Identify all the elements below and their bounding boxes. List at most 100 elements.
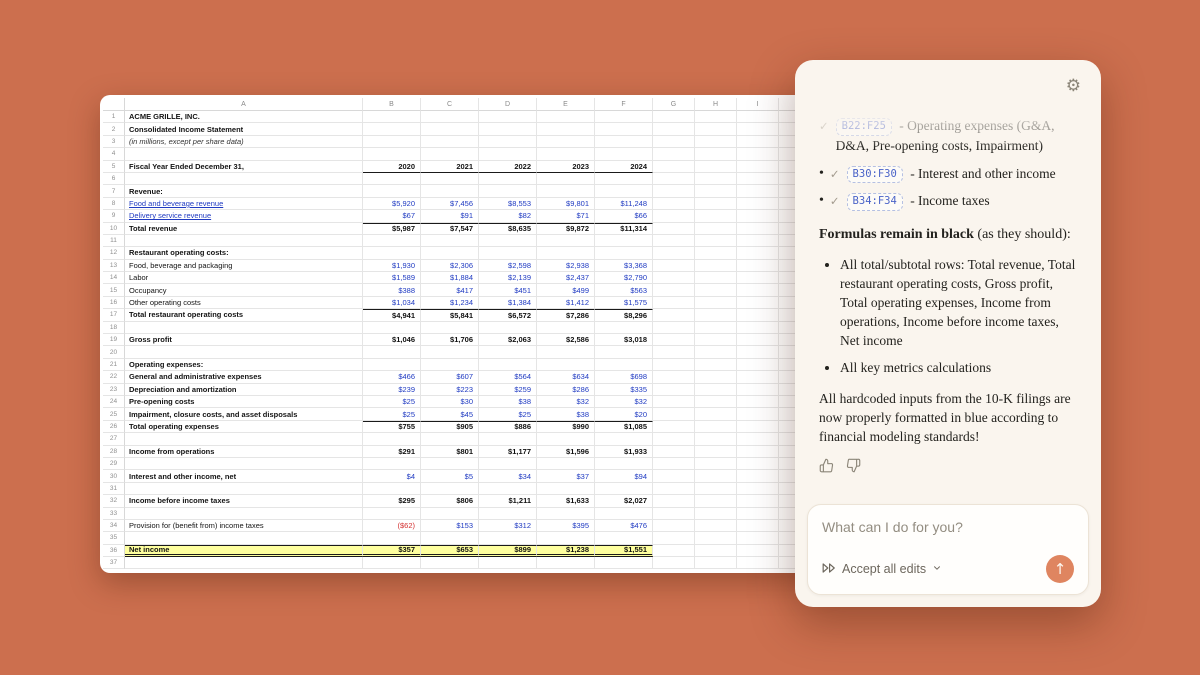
cell-value[interactable] xyxy=(421,185,479,197)
cell-empty[interactable] xyxy=(737,185,779,197)
cell-value[interactable] xyxy=(421,111,479,123)
cell-empty[interactable] xyxy=(737,384,779,396)
cell-value[interactable] xyxy=(363,346,421,358)
cell-label[interactable]: Income from operations xyxy=(125,446,363,458)
cell-value[interactable] xyxy=(363,111,421,123)
cell-empty[interactable] xyxy=(737,247,779,259)
cell-empty[interactable] xyxy=(737,136,779,148)
cell-value[interactable] xyxy=(421,247,479,259)
cell-value[interactable] xyxy=(479,185,537,197)
cell-label[interactable]: Total restaurant operating costs xyxy=(125,309,363,321)
cell-value[interactable] xyxy=(421,557,479,569)
cell-value[interactable]: $32 xyxy=(537,396,595,408)
cell-value[interactable]: $32 xyxy=(595,396,653,408)
cell-value[interactable]: $905 xyxy=(421,421,479,433)
cell-value[interactable] xyxy=(479,247,537,259)
cell-empty[interactable] xyxy=(737,396,779,408)
cell-empty[interactable] xyxy=(737,371,779,383)
cell-value[interactable] xyxy=(479,322,537,334)
cell-label[interactable]: Restaurant operating costs: xyxy=(125,247,363,259)
cell-empty[interactable] xyxy=(695,545,737,557)
cell-empty[interactable] xyxy=(695,235,737,247)
cell-value[interactable]: $291 xyxy=(363,446,421,458)
cell-empty[interactable] xyxy=(653,260,695,272)
cell-value[interactable] xyxy=(421,346,479,358)
cell-value[interactable]: $5,920 xyxy=(363,198,421,210)
row-header[interactable]: 5 xyxy=(103,161,125,173)
cell-empty[interactable] xyxy=(653,396,695,408)
cell-value[interactable]: $990 xyxy=(537,421,595,433)
row-header[interactable]: 26 xyxy=(103,421,125,433)
cell-empty[interactable] xyxy=(737,495,779,507)
cell-label[interactable] xyxy=(125,483,363,495)
cell-value[interactable]: $886 xyxy=(479,421,537,433)
cell-value[interactable] xyxy=(363,136,421,148)
cell-empty[interactable] xyxy=(653,421,695,433)
cell-label[interactable] xyxy=(125,235,363,247)
cell-value[interactable]: $1,596 xyxy=(537,446,595,458)
cell-empty[interactable] xyxy=(695,346,737,358)
cell-empty[interactable] xyxy=(737,284,779,296)
row-header[interactable]: 9 xyxy=(103,210,125,222)
cell-value[interactable] xyxy=(595,359,653,371)
row-header[interactable]: 35 xyxy=(103,532,125,544)
cell-label[interactable]: Pre-opening costs xyxy=(125,396,363,408)
cell-label[interactable]: Food and beverage revenue xyxy=(125,198,363,210)
cell-value[interactable]: $3,368 xyxy=(595,260,653,272)
cell-label[interactable]: Occupancy xyxy=(125,284,363,296)
cell-empty[interactable] xyxy=(695,458,737,470)
cell-value[interactable] xyxy=(537,322,595,334)
cell-value[interactable] xyxy=(595,346,653,358)
cell-value[interactable]: $395 xyxy=(537,520,595,532)
row-header[interactable]: 29 xyxy=(103,458,125,470)
column-header[interactable]: I xyxy=(737,98,779,111)
row-header[interactable]: 8 xyxy=(103,198,125,210)
row-header[interactable]: 15 xyxy=(103,284,125,296)
cell-value[interactable] xyxy=(595,136,653,148)
cell-empty[interactable] xyxy=(653,198,695,210)
cell-empty[interactable] xyxy=(695,384,737,396)
cell-value[interactable] xyxy=(479,111,537,123)
row-header[interactable]: 12 xyxy=(103,247,125,259)
cell-value[interactable]: $1,238 xyxy=(537,545,595,557)
cell-value[interactable] xyxy=(479,508,537,520)
cell-label[interactable]: Interest and other income, net xyxy=(125,470,363,482)
column-header[interactable]: A xyxy=(125,98,363,111)
cell-empty[interactable] xyxy=(653,185,695,197)
cell-value[interactable]: $899 xyxy=(479,545,537,557)
cell-range-badge[interactable]: B30:F30 xyxy=(847,166,903,184)
cell-empty[interactable] xyxy=(653,508,695,520)
cell-value[interactable] xyxy=(479,532,537,544)
cell-empty[interactable] xyxy=(653,210,695,222)
cell-value[interactable]: $7,286 xyxy=(537,309,595,321)
cell-value[interactable]: $2,586 xyxy=(537,334,595,346)
cell-empty[interactable] xyxy=(653,173,695,185)
cell-value[interactable]: $2,139 xyxy=(479,272,537,284)
cell-empty[interactable] xyxy=(737,446,779,458)
cell-empty[interactable] xyxy=(653,136,695,148)
cell-empty[interactable] xyxy=(737,359,779,371)
cell-value[interactable] xyxy=(421,433,479,445)
cell-value[interactable]: $7,547 xyxy=(421,223,479,235)
cell-label[interactable]: ACME GRILLE, INC. xyxy=(125,111,363,123)
cell-value[interactable]: $2,938 xyxy=(537,260,595,272)
cell-empty[interactable] xyxy=(695,408,737,420)
cell-empty[interactable] xyxy=(737,235,779,247)
cell-empty[interactable] xyxy=(695,136,737,148)
cell-value[interactable]: $11,248 xyxy=(595,198,653,210)
chat-input[interactable]: What can I do for you? xyxy=(822,519,1074,535)
cell-empty[interactable] xyxy=(653,371,695,383)
row-header[interactable]: 14 xyxy=(103,272,125,284)
cell-empty[interactable] xyxy=(653,111,695,123)
cell-value[interactable] xyxy=(595,483,653,495)
cell-empty[interactable] xyxy=(653,161,695,173)
cell-value[interactable]: $1,384 xyxy=(479,297,537,309)
cell-empty[interactable] xyxy=(695,123,737,135)
cell-value[interactable]: $8,553 xyxy=(479,198,537,210)
cell-empty[interactable] xyxy=(653,532,695,544)
cell-label[interactable]: Income before income taxes xyxy=(125,495,363,507)
row-header[interactable]: 10 xyxy=(103,223,125,235)
accept-all-edits-button[interactable]: Accept all edits xyxy=(822,562,942,577)
cell-empty[interactable] xyxy=(695,297,737,309)
cell-empty[interactable] xyxy=(695,433,737,445)
